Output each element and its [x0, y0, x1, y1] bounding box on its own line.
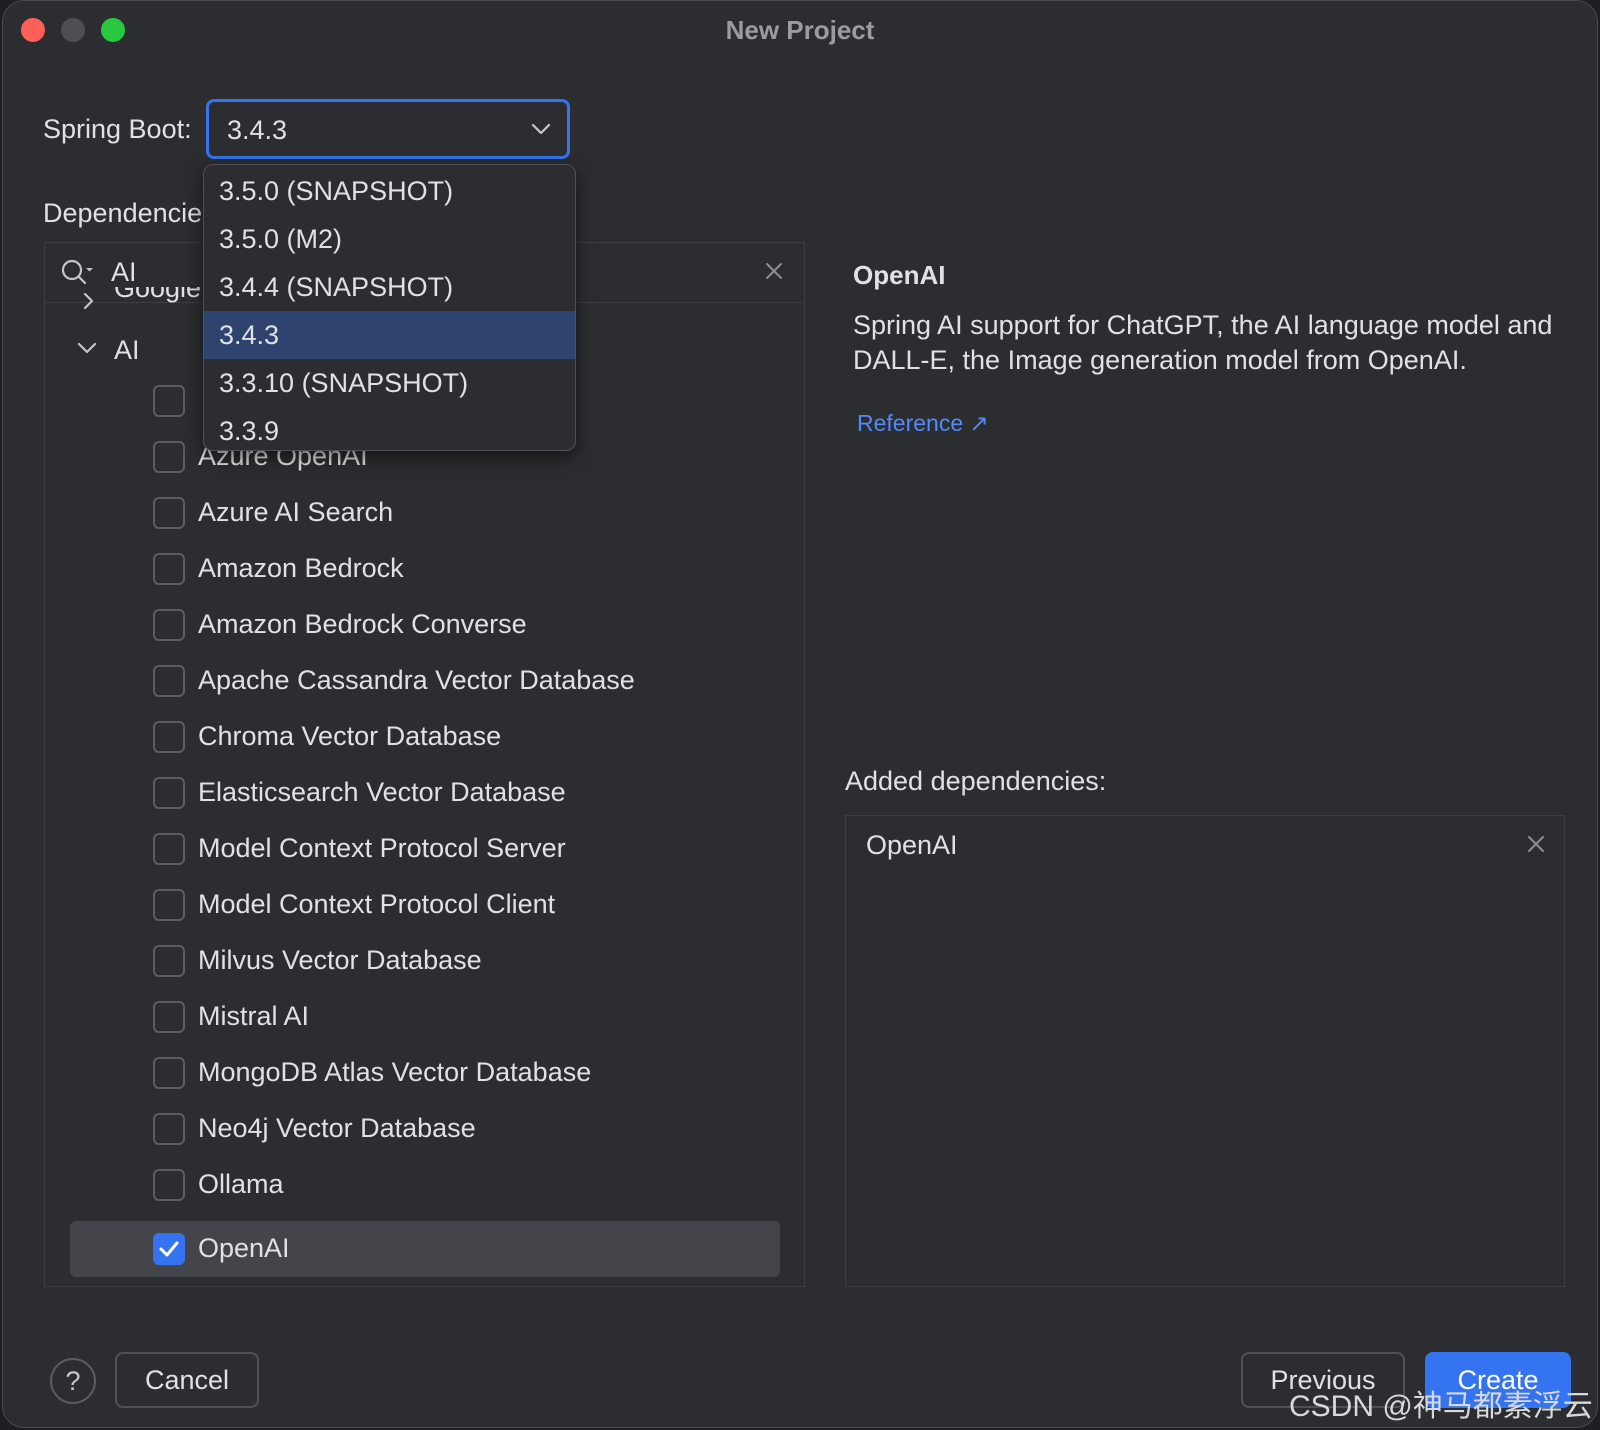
chevron-right-icon: [83, 292, 94, 310]
dependency-checkbox[interactable]: [153, 721, 185, 753]
version-dropdown-menu: 3.5.0 (SNAPSHOT) 3.5.0 (M2) 3.4.4 (SNAPS…: [203, 164, 576, 451]
dependency-item[interactable]: Apache Cassandra Vector Database: [70, 653, 780, 709]
dependency-label: Ollama: [198, 1169, 284, 1199]
dependency-label: Neo4j Vector Database: [198, 1113, 476, 1143]
dependency-checkbox[interactable]: [153, 1057, 185, 1089]
spring-boot-selected-version: 3.4.3: [227, 115, 288, 145]
dependency-item[interactable]: Azure AI Search: [70, 485, 780, 541]
dependency-checkbox[interactable]: [153, 553, 185, 585]
added-dependency-item: OpenAI: [866, 830, 958, 860]
dependencies-label: Dependencies:: [43, 198, 224, 228]
dependency-label: Chroma Vector Database: [198, 721, 502, 751]
dependency-checkbox[interactable]: [153, 1001, 185, 1033]
dependency-item[interactable]: Mistral AI: [70, 989, 780, 1045]
chevron-down-icon: [531, 123, 551, 135]
dependency-item[interactable]: Model Context Protocol Server: [70, 821, 780, 877]
dependency-checkbox[interactable]: [153, 385, 185, 417]
dependency-checkbox[interactable]: [153, 609, 185, 641]
title-bar: New Project: [3, 1, 1597, 57]
dependency-checkbox[interactable]: [153, 945, 185, 977]
dependency-item[interactable]: Chroma Vector Database: [70, 709, 780, 765]
dependency-label: Amazon Bedrock: [198, 553, 404, 583]
dependency-checkbox[interactable]: [153, 1169, 185, 1201]
group-ai-label: AI: [114, 335, 140, 365]
detail-title: OpenAI: [853, 260, 946, 290]
group-google-label: Google: [114, 287, 202, 303]
reference-link[interactable]: Reference ↗: [857, 410, 989, 437]
chevron-down-icon: [77, 342, 97, 354]
spring-boot-version-select[interactable]: 3.4.3: [206, 99, 570, 159]
dependency-checkbox[interactable]: [153, 889, 185, 921]
dependency-checkbox[interactable]: [153, 833, 185, 865]
dependency-item[interactable]: Ollama: [70, 1157, 780, 1213]
dependency-label: Milvus Vector Database: [198, 945, 482, 975]
dependency-search-input[interactable]: AI: [111, 257, 137, 288]
dependency-item[interactable]: Milvus Vector Database: [70, 933, 780, 989]
added-dependencies-list: OpenAI: [845, 815, 1565, 1287]
dependency-item[interactable]: Model Context Protocol Client: [70, 877, 780, 933]
dependency-label: Mistral AI: [198, 1001, 310, 1031]
watermark: CSDN @神马都素浮云: [1289, 1390, 1593, 1423]
dependency-item[interactable]: Amazon Bedrock Converse: [70, 597, 780, 653]
dependency-label: Apache Cassandra Vector Database: [198, 665, 635, 695]
dependency-checkbox[interactable]: [153, 441, 185, 473]
version-option[interactable]: 3.5.0 (SNAPSHOT): [204, 167, 575, 215]
dependency-checkbox[interactable]: [153, 665, 185, 697]
dependency-checkbox[interactable]: [153, 1113, 185, 1145]
dependency-label: MongoDB Atlas Vector Database: [198, 1057, 592, 1087]
version-option[interactable]: 3.5.0 (M2): [204, 215, 575, 263]
remove-dependency-icon[interactable]: [1524, 832, 1548, 856]
dependency-label: Model Context Protocol Server: [198, 833, 566, 863]
version-option-selected[interactable]: 3.4.3: [204, 311, 575, 359]
dependency-checkbox-checked[interactable]: [153, 1233, 185, 1265]
help-button[interactable]: ?: [50, 1358, 96, 1404]
version-option[interactable]: 3.4.4 (SNAPSHOT): [204, 263, 575, 311]
checkmark-icon: [159, 1241, 179, 1257]
dependency-checkbox[interactable]: [153, 497, 185, 529]
dependency-label: Amazon Bedrock Converse: [198, 609, 527, 639]
version-option[interactable]: 3.3.10 (SNAPSHOT): [204, 359, 575, 407]
added-dependencies-label: Added dependencies:: [845, 766, 1107, 796]
detail-description: Spring AI support for ChatGPT, the AI la…: [853, 310, 1553, 375]
new-project-dialog: New Project Spring Boot: 3.4.3 Dependenc…: [2, 0, 1598, 1428]
search-icon: [61, 259, 93, 285]
dependency-label: Model Context Protocol Client: [198, 889, 556, 919]
cancel-button[interactable]: Cancel: [115, 1352, 259, 1408]
clear-search-icon[interactable]: [762, 259, 786, 283]
dependency-checkbox[interactable]: [153, 777, 185, 809]
version-option[interactable]: 3.3.9: [204, 407, 575, 450]
dependency-label: OpenAI: [198, 1233, 290, 1263]
dependency-item[interactable]: Amazon Bedrock: [70, 541, 780, 597]
dependency-item[interactable]: Neo4j Vector Database: [70, 1101, 780, 1157]
dependency-item[interactable]: Elasticsearch Vector Database: [70, 765, 780, 821]
dependency-item-selected[interactable]: OpenAI: [70, 1221, 780, 1277]
spring-boot-label: Spring Boot:: [43, 114, 192, 144]
dependency-label: Azure AI Search: [198, 497, 394, 527]
dependency-item[interactable]: MongoDB Atlas Vector Database: [70, 1045, 780, 1101]
dependency-label: Elasticsearch Vector Database: [198, 777, 566, 807]
window-title: New Project: [725, 15, 875, 45]
